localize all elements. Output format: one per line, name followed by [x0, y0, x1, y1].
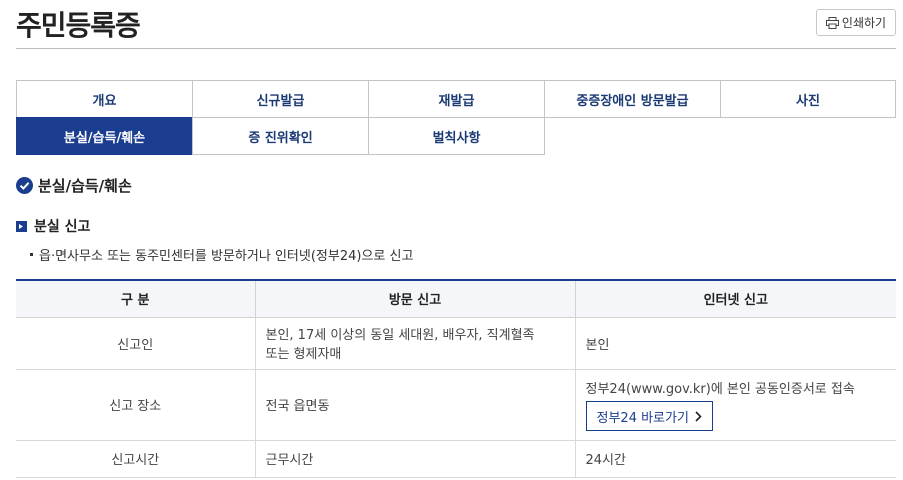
bullet-item-text: 읍·면사무소 또는 동주민센터를 방문하거나 인터넷(정부24)으로 신고 — [39, 249, 414, 264]
table-row: 신고 장소 전국 읍면동 정부24(www.gov.kr)에 본인 공동인증서로… — [16, 369, 896, 441]
internet-cell: 24시간 — [575, 440, 896, 478]
table-row: 신고인 본인, 17세 이상의 동일 세대원, 배우자, 직계혈족 또는 형제자… — [16, 317, 896, 370]
internet-cell: 정부24(www.gov.kr)에 본인 공동인증서로 접속 정부24 바로가기 — [575, 369, 896, 441]
visit-cell: 본인, 17세 이상의 동일 세대원, 배우자, 직계혈족 또는 형제자매 — [255, 317, 576, 370]
tab-photo[interactable]: 사진 — [720, 80, 896, 118]
report-table: 구 분 방문 신고 인터넷 신고 신고인 본인, 17세 이상의 동일 세대원,… — [16, 279, 896, 478]
tab-penalties[interactable]: 벌칙사항 — [368, 117, 545, 155]
check-circle-icon — [16, 177, 33, 194]
row-label: 신고시간 — [16, 440, 256, 478]
sub-heading-text: 분실 신고 — [34, 219, 91, 235]
row-label: 신고 장소 — [16, 369, 256, 441]
print-button[interactable]: 인쇄하기 — [816, 9, 896, 36]
visit-line: 또는 형제자매 — [265, 347, 342, 362]
section-heading: 분실/습득/훼손 — [16, 175, 132, 196]
chevron-right-icon — [695, 410, 702, 422]
tab-disabled-visit-issue[interactable]: 중증장애인 방문발급 — [544, 80, 721, 118]
column-header: 인터넷 신고 — [575, 280, 896, 318]
table-header-row: 구 분 방문 신고 인터넷 신고 — [16, 280, 896, 318]
visit-cell: 근무시간 — [255, 440, 576, 478]
column-header: 방문 신고 — [255, 280, 576, 318]
tab-new-issue[interactable]: 신규발급 — [192, 80, 369, 118]
title-divider — [16, 48, 896, 49]
sub-heading: 분실 신고 — [16, 216, 90, 236]
gov24-link-button[interactable]: 정부24 바로가기 — [585, 401, 713, 431]
bullet-item: 읍·면사무소 또는 동주민센터를 방문하거나 인터넷(정부24)으로 신고 — [30, 245, 413, 264]
print-label: 인쇄하기 — [841, 16, 887, 30]
column-header: 구 분 — [16, 280, 256, 318]
tab-lost-found-damaged[interactable]: 분실/습득/훼손 — [16, 117, 193, 155]
tab-overview[interactable]: 개요 — [16, 80, 193, 118]
internet-cell: 본인 — [575, 317, 896, 370]
internet-text: 정부24(www.gov.kr)에 본인 공동인증서로 접속 — [585, 382, 855, 397]
arrow-square-icon — [16, 220, 27, 232]
gov24-link-label: 정부24 바로가기 — [596, 410, 689, 426]
row-label: 신고인 — [16, 317, 256, 370]
table-row: 신고시간 근무시간 24시간 — [16, 440, 896, 478]
page-title: 주민등록증 — [16, 9, 141, 42]
visit-cell: 전국 읍면동 — [255, 369, 576, 441]
tab-authenticity-check[interactable]: 증 진위확인 — [192, 117, 369, 155]
tab-reissue[interactable]: 재발급 — [368, 80, 545, 118]
printer-icon — [825, 16, 839, 29]
bullet-dot-icon — [30, 253, 33, 256]
visit-line: 본인, 17세 이상의 동일 세대원, 배우자, 직계혈족 — [265, 328, 535, 343]
section-heading-text: 분실/습득/훼손 — [38, 177, 132, 195]
